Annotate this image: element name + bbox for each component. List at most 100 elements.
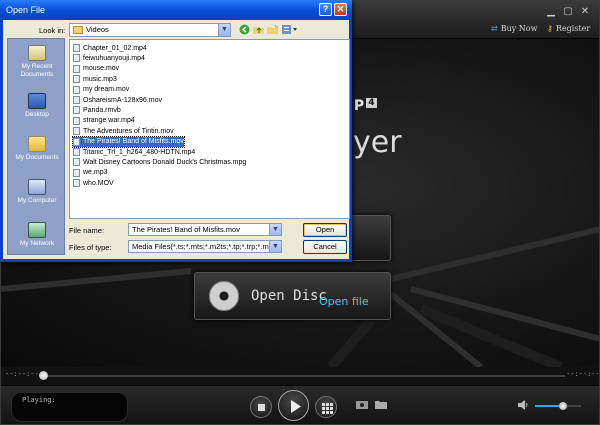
desktop-icon [28,93,46,109]
media-file-icon [73,148,80,156]
back-icon[interactable] [239,24,250,35]
open-button[interactable]: Open [303,223,347,237]
my-network-icon [28,222,46,238]
chevron-down-icon: ▼ [218,24,230,36]
my-computer-icon [28,179,46,195]
file-row[interactable]: Titanic_Trl_1_h264_480-HDTN.mp4 [73,147,195,157]
look-in-combo[interactable]: Videos ▼ [69,23,231,37]
file-row[interactable]: Walt Disney Cartoons Donald Duck's Chris… [73,157,246,167]
media-file-icon [73,96,80,104]
dialog-close-button[interactable]: ✕ [334,3,347,16]
file-row[interactable]: who.MOV [73,178,114,188]
media-file-icon [73,75,80,84]
disc-icon [209,281,239,311]
seek-bar[interactable] [45,375,565,377]
file-name: mouse.mov [83,65,120,73]
media-file-icon [73,116,80,125]
up-folder-icon[interactable] [253,24,264,35]
cancel-button[interactable]: Cancel [303,240,347,254]
speaker-icon[interactable] [517,399,529,411]
file-name: feiwuhuanyouji.mp4 [83,54,145,62]
file-row[interactable]: Chapter_01_02.mp4 [73,43,147,53]
media-file-icon [73,106,80,115]
file-row[interactable]: my dream.mov [73,85,129,95]
file-name-input[interactable]: The Pirates! Band of Misfits.mov ▼ [128,223,282,236]
file-list[interactable]: Chapter_01_02.mp4 feiwuhuanyouji.mp4 mouse… [69,39,350,219]
play-button[interactable] [278,390,309,421]
place-recent-documents[interactable]: My Recent Documents [8,45,66,79]
new-folder-icon[interactable] [267,24,278,35]
media-file-icon [73,179,80,188]
place-my-documents[interactable]: My Documents [8,136,66,162]
place-my-computer[interactable]: My Computer [8,179,66,205]
open-file-dialog: Open File ? ✕ Look in: Videos ▼ My Recen… [0,0,352,262]
file-row[interactable]: music.mp3 [73,74,117,84]
playlist-button[interactable] [315,396,337,418]
maximize-button[interactable]: ▢ [561,5,575,18]
media-file-icon [73,64,80,73]
register-link[interactable]: ⚷ Register [547,21,590,35]
elapsed-time: --:--:-- [5,370,39,378]
cart-icon: ⇄ [491,23,498,33]
dialog-help-button[interactable]: ? [319,3,332,16]
volume-handle[interactable] [558,402,567,410]
file-name: Chapter_01_02.mp4 [83,44,147,52]
my-documents-icon [28,136,46,152]
seek-row: --:--:-- --:--:-- [1,367,600,385]
file-row[interactable]: we.mp3 [73,168,108,178]
recent-documents-icon [28,45,46,61]
file-name: music.mp3 [83,75,117,83]
grid-icon [322,403,333,414]
file-row[interactable]: The Pirates! Band of Misfits.mov [72,135,185,148]
place-desktop[interactable]: Desktop [8,93,66,119]
buy-now-link[interactable]: ⇄ Buy Now [491,21,537,35]
key-icon: ⚷ [547,23,553,33]
volume-slider[interactable] [535,402,581,410]
file-row[interactable]: The Adventures of Tintin.mov [73,126,174,136]
media-file-icon [73,85,80,94]
media-file-icon [73,158,80,167]
file-name: who.MOV [83,179,114,187]
places-bar: My Recent Documents Desktop My Documents… [7,38,65,255]
place-my-network[interactable]: My Network [8,222,66,248]
total-time: --:--:-- [566,370,600,378]
camera-icon[interactable] [356,399,368,409]
view-menu-icon[interactable] [282,24,298,35]
file-row[interactable]: OshareismA-128x96.mov [73,95,162,105]
file-name-label: File name: [69,226,105,235]
files-of-type-select[interactable]: Media Files(*.ts;*.mts;*.m2ts;*.tp;*.trp… [128,240,282,253]
file-name: Titanic_Trl_1_h264_480-HDTN.mp4 [83,148,196,156]
media-file-icon [73,127,80,136]
product-title: yer [353,125,402,160]
chevron-down-icon: ▼ [269,224,281,235]
file-row[interactable]: feiwuhuanyouji.mp4 [73,53,145,63]
control-bar: Playing: [1,385,599,424]
chevron-down-icon: ▼ [269,241,281,252]
folder-icon[interactable] [375,399,387,409]
stop-button[interactable] [250,396,272,418]
seek-handle[interactable] [39,371,48,380]
close-button[interactable]: ✕ [578,5,592,18]
files-of-type-label: Files of type: [69,243,112,252]
media-file-icon [73,137,80,146]
file-name: The Pirates! Band of Misfits.mov [83,138,184,146]
file-name: The Adventures of Tintin.mov [83,127,174,135]
minimize-button[interactable]: ▁ [544,5,558,18]
file-name: strange war.mp4 [83,117,135,125]
callout-label: Open file [319,295,369,308]
file-name: OshareismA-128x96.mov [83,96,162,104]
dialog-titlebar: Open File ? ✕ [0,0,352,20]
file-name: my dream.mov [83,86,130,94]
stop-icon [258,404,265,411]
file-name: Panda.rmvb [83,106,121,114]
media-file-icon [73,54,80,63]
folder-icon [73,26,83,34]
media-file-icon [73,44,80,52]
file-row[interactable]: Panda.rmvb [73,105,121,115]
file-name: we.mp3 [83,169,108,177]
file-row[interactable]: mouse.mov [73,64,119,74]
play-icon [291,400,301,413]
file-row[interactable]: strange war.mp4 [73,116,135,126]
look-in-label: Look in: [39,26,66,35]
media-file-icon [73,168,80,177]
